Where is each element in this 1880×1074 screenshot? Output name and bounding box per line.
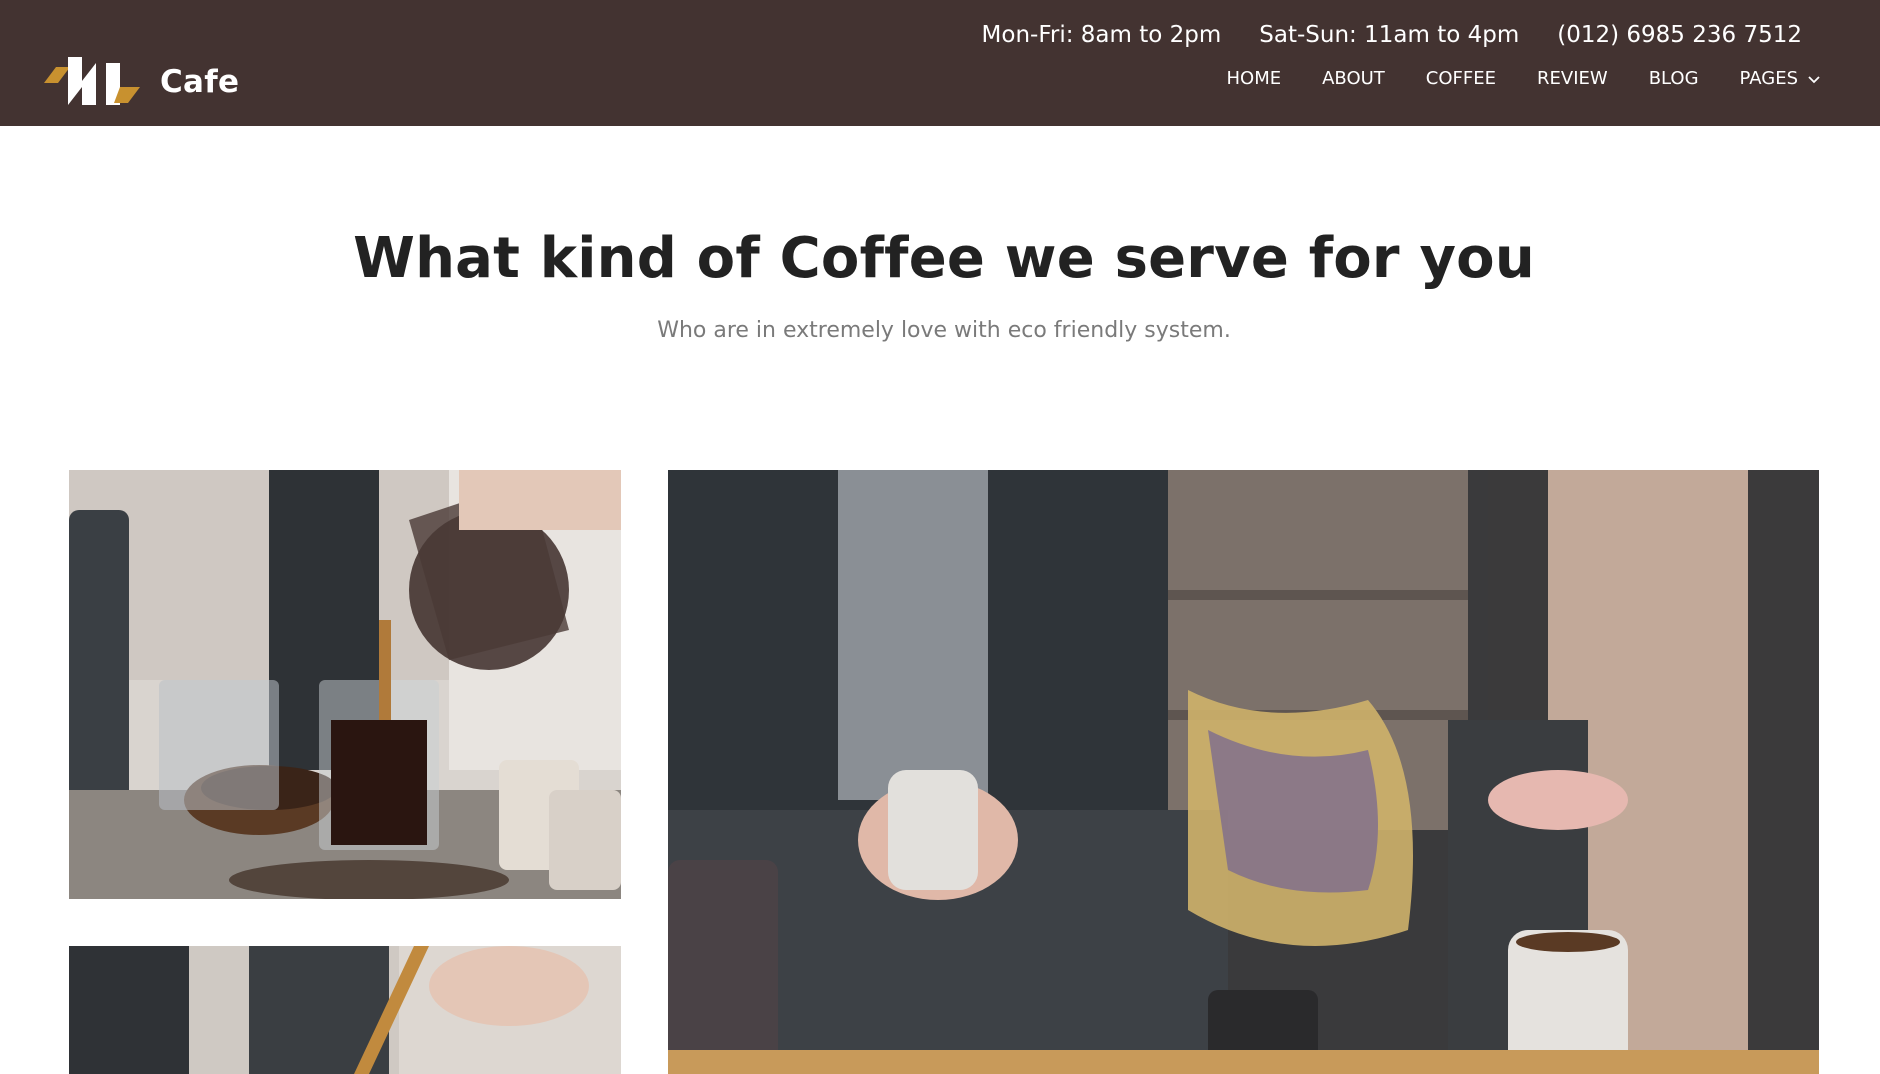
brand-name: Cafe [160, 64, 240, 100]
nav-blog[interactable]: BLOG [1649, 68, 1699, 89]
coffee-pour-photo [69, 470, 621, 899]
chevron-down-icon [1808, 68, 1820, 89]
hours-weekend: Sat-Sun: 11am to 4pm [1259, 22, 1520, 48]
site-header: Cafe Mon-Fri: 8am to 2pm Sat-Sun: 11am t… [0, 0, 1880, 126]
main-nav: HOME ABOUT COFFEE REVIEW BLOG PAGES [1227, 68, 1821, 89]
section-title: What kind of Coffee we serve for you [353, 226, 1535, 291]
contact-info: Mon-Fri: 8am to 2pm Sat-Sun: 11am to 4pm… [982, 22, 1802, 48]
nav-home[interactable]: HOME [1227, 68, 1282, 89]
phone-number[interactable]: (012) 6985 236 7512 [1557, 22, 1802, 48]
coffee-stir-photo [69, 946, 621, 1074]
nav-review[interactable]: REVIEW [1537, 68, 1608, 89]
site-logo[interactable]: Cafe [44, 52, 239, 112]
nav-pages-label: PAGES [1739, 68, 1798, 89]
nav-about[interactable]: ABOUT [1322, 68, 1385, 89]
cafe-logo-icon [44, 57, 140, 105]
hours-weekday: Mon-Fri: 8am to 2pm [981, 22, 1222, 48]
section-subtitle: Who are in extremely love with eco frien… [657, 318, 1231, 343]
nav-coffee[interactable]: COFFEE [1426, 68, 1496, 89]
nav-pages[interactable]: PAGES [1740, 68, 1820, 89]
couple-with-mugs-photo [668, 470, 1819, 1074]
